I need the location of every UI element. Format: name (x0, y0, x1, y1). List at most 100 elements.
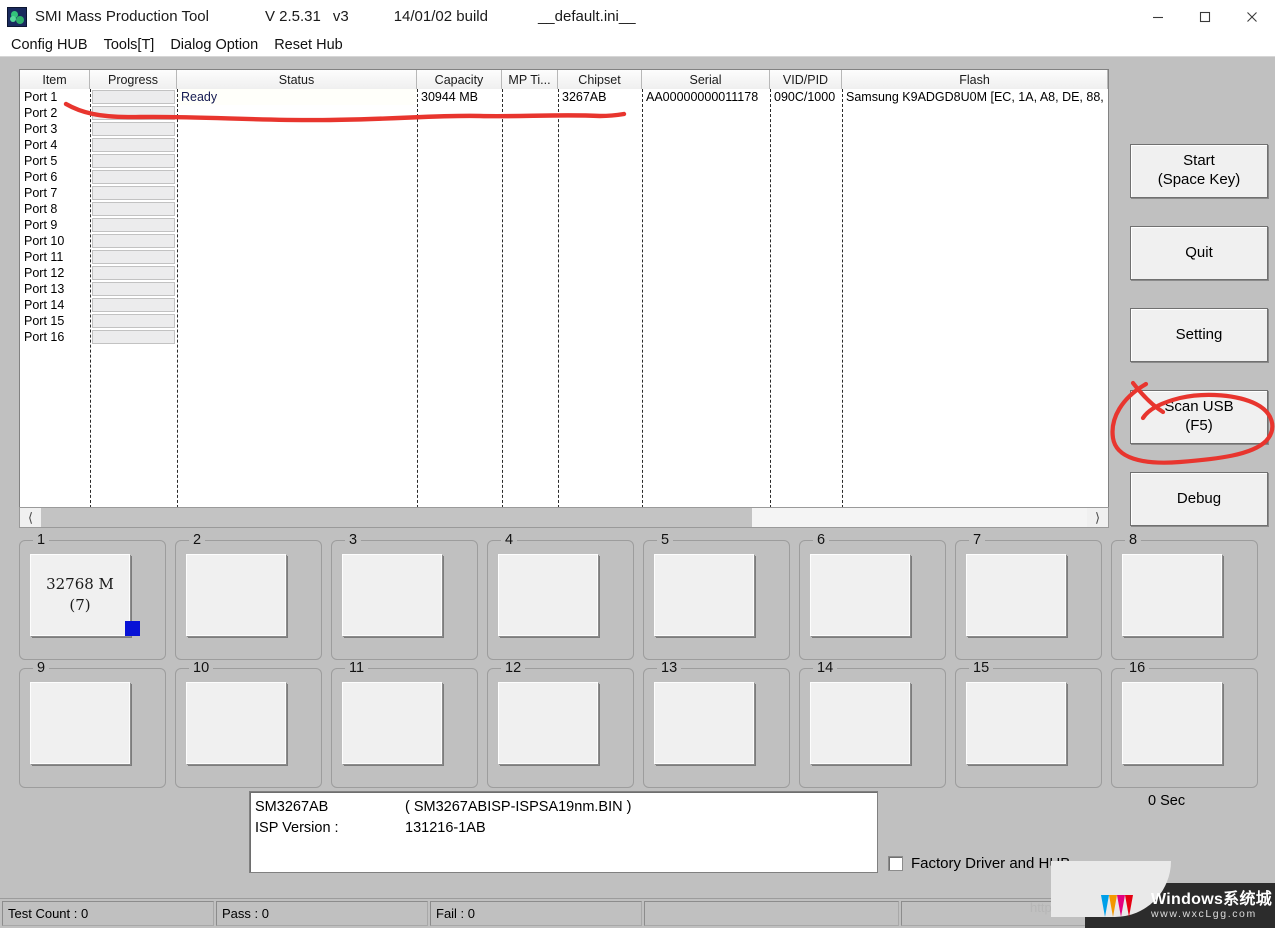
cell-mp-time (502, 249, 558, 265)
table-row[interactable]: Port 1 Ready 30944 MB 3267AB AA0000000001117… (20, 89, 1108, 105)
port-panel-8[interactable]: 8 (1111, 532, 1258, 660)
cell-vid-pid (770, 297, 842, 313)
table-row[interactable]: Port 13 (20, 281, 1108, 297)
table-row[interactable]: Port 8 (20, 201, 1108, 217)
port-panel-4[interactable]: 4 (487, 532, 634, 660)
table-header-mp-ti[interactable]: MP Ti... (502, 70, 558, 89)
port-panel-9[interactable]: 9 (19, 660, 166, 788)
progress-bar (92, 218, 175, 232)
menu-item-tools[interactable]: Tools[T] (96, 37, 163, 53)
port-panel-number: 6 (813, 532, 830, 548)
port-panel-7[interactable]: 7 (955, 532, 1102, 660)
port-panel-number: 11 (345, 660, 369, 676)
port-panel-15[interactable]: 15 (955, 660, 1102, 788)
close-icon[interactable] (1228, 0, 1275, 33)
table-header-flash[interactable]: Flash (842, 70, 1108, 89)
cell-mp-time (502, 297, 558, 313)
table-row[interactable]: Port 10 (20, 233, 1108, 249)
port-panel-11[interactable]: 11 (331, 660, 478, 788)
table-horizontal-scrollbar[interactable]: ⟨ ⟩ (19, 507, 1109, 528)
cell-flash (842, 281, 1108, 297)
port-panel-row: 1 32768 M (7) 2 3 4 5 6 7 8 (19, 532, 1268, 660)
port-panel-3[interactable]: 3 (331, 532, 478, 660)
cell-status (177, 169, 417, 185)
table-row[interactable]: Port 14 (20, 297, 1108, 313)
table-row[interactable]: Port 12 (20, 265, 1108, 281)
table-header-serial[interactable]: Serial (642, 70, 770, 89)
scrollbar-thumb[interactable] (41, 508, 753, 527)
port-panel-display (654, 554, 754, 636)
cell-capacity (417, 121, 502, 137)
cell-flash (842, 313, 1108, 329)
menu-item-dialog-option[interactable]: Dialog Option (162, 37, 266, 53)
cell-progress (90, 281, 177, 297)
chevron-right-icon[interactable]: ⟩ (1087, 508, 1108, 527)
cell-serial (642, 185, 770, 201)
scrollbar-track[interactable] (41, 508, 1087, 527)
port-panel-16[interactable]: 16 (1111, 660, 1258, 788)
scan-usb-button[interactable]: Scan USB (F5) (1130, 390, 1268, 444)
progress-bar (92, 250, 175, 264)
status-fail: Fail : 0 (430, 901, 642, 926)
table-row[interactable]: Port 5 (20, 153, 1108, 169)
cell-flash (842, 169, 1108, 185)
table-row[interactable]: Port 6 (20, 169, 1108, 185)
table-header-item[interactable]: Item (20, 70, 90, 89)
cell-flash (842, 153, 1108, 169)
table-header-status[interactable]: Status (177, 70, 417, 89)
table-row[interactable]: Port 4 (20, 137, 1108, 153)
table-row[interactable]: Port 3 (20, 121, 1108, 137)
menu-item-config-hub[interactable]: Config HUB (3, 37, 96, 53)
port-panel-display (342, 682, 442, 764)
port-panel-display (1122, 554, 1222, 636)
port-panel-grid: 1 32768 M (7) 2 3 4 5 6 7 8 9 10 11 12 13 14 15 16 (19, 532, 1268, 796)
table-header-capacity[interactable]: Capacity (417, 70, 502, 89)
port-panel-13[interactable]: 13 (643, 660, 790, 788)
setting-button[interactable]: Setting (1130, 308, 1268, 362)
cell-mp-time (502, 329, 558, 345)
port-panel-number: 3 (345, 532, 362, 548)
maximize-icon[interactable] (1181, 0, 1228, 33)
start-button[interactable]: Start (Space Key) (1130, 144, 1268, 198)
factory-driver-row[interactable]: Factory Driver and HUB (888, 855, 1070, 872)
cell-item: Port 15 (24, 314, 65, 328)
debug-button[interactable]: Debug (1130, 472, 1268, 526)
window-version: V 2.5.31 (264, 8, 321, 25)
table-row[interactable]: Port 16 (20, 329, 1108, 345)
column-separator (502, 89, 503, 527)
cell-mp-time (502, 89, 558, 105)
cell-vid-pid (770, 329, 842, 345)
factory-driver-checkbox[interactable] (888, 856, 903, 871)
cell-serial (642, 121, 770, 137)
table-header-chipset[interactable]: Chipset (558, 70, 642, 89)
table-row[interactable]: Port 2 (20, 105, 1108, 121)
cell-item: Port 7 (24, 186, 58, 200)
port-panel-5[interactable]: 5 (643, 532, 790, 660)
port-panel-display (966, 682, 1066, 764)
table-row[interactable]: Port 11 (20, 249, 1108, 265)
table-row[interactable]: Port 7 (20, 185, 1108, 201)
cell-vid-pid (770, 137, 842, 153)
cell-capacity (417, 217, 502, 233)
chevron-left-icon[interactable]: ⟨ (20, 508, 41, 527)
cell-flash (842, 185, 1108, 201)
cell-status (177, 137, 417, 153)
quit-button[interactable]: Quit (1130, 226, 1268, 280)
port-panel-6[interactable]: 6 (799, 532, 946, 660)
table-row[interactable]: Port 9 (20, 217, 1108, 233)
table-header-vid-pid[interactable]: VID/PID (770, 70, 842, 89)
scan-usb-button-label: Scan USB (1164, 398, 1234, 416)
watermark-title: Windows系统城 (1151, 890, 1273, 908)
cell-progress (90, 329, 177, 345)
progress-bar (92, 202, 175, 216)
port-panel-1[interactable]: 1 32768 M (7) (19, 532, 166, 660)
column-separator (90, 89, 91, 527)
port-panel-2[interactable]: 2 (175, 532, 322, 660)
table-row[interactable]: Port 15 (20, 313, 1108, 329)
port-panel-12[interactable]: 12 (487, 660, 634, 788)
port-panel-14[interactable]: 14 (799, 660, 946, 788)
port-panel-10[interactable]: 10 (175, 660, 322, 788)
minimize-icon[interactable] (1134, 0, 1181, 33)
menu-item-reset-hub[interactable]: Reset Hub (266, 37, 351, 53)
table-header-progress[interactable]: Progress (90, 70, 177, 89)
